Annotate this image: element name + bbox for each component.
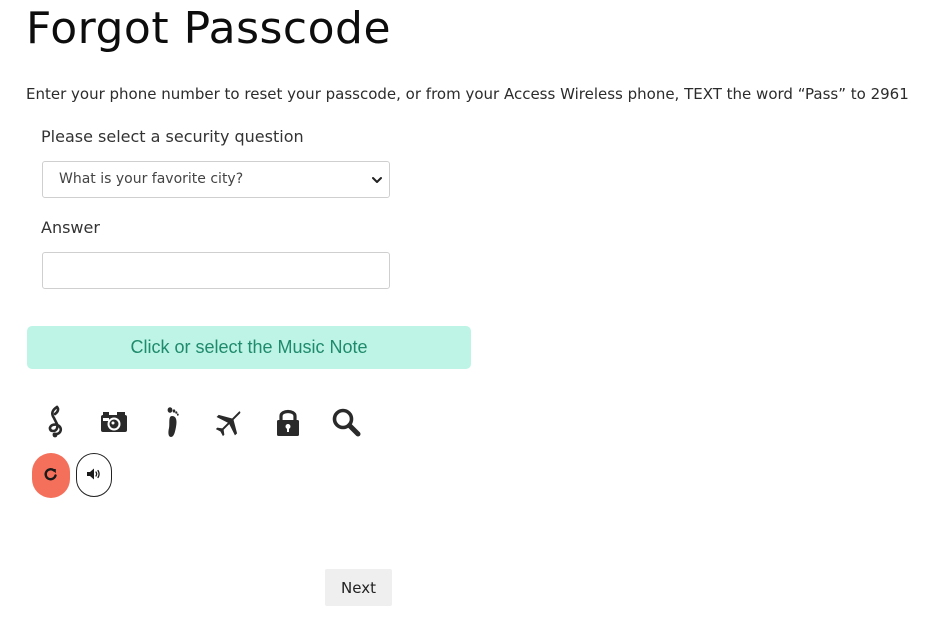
next-button[interactable]: Next: [325, 569, 392, 606]
refresh-icon: [43, 466, 59, 486]
music-note-icon[interactable]: [38, 402, 74, 442]
chevron-down-icon: [371, 172, 383, 186]
page-title: Forgot Passcode: [26, 3, 392, 54]
security-question-selected-value: What is your favorite city?: [59, 171, 244, 187]
security-question-select[interactable]: What is your favorite city?: [42, 161, 390, 198]
lock-icon[interactable]: [270, 402, 306, 442]
search-icon[interactable]: [328, 402, 364, 442]
answer-label: Answer: [41, 218, 100, 237]
captcha-prompt: Click or select the Music Note: [27, 326, 471, 369]
camera-icon[interactable]: [96, 402, 132, 442]
refresh-captcha-button[interactable]: [32, 453, 70, 498]
footprint-icon[interactable]: [154, 402, 190, 442]
audio-captcha-button[interactable]: [76, 453, 112, 497]
instructions-text: Enter your phone number to reset your pa…: [26, 85, 909, 103]
security-question-label: Please select a security question: [41, 127, 304, 146]
airplane-icon[interactable]: [212, 402, 248, 442]
speaker-icon: [86, 466, 102, 485]
answer-input[interactable]: [42, 252, 390, 289]
